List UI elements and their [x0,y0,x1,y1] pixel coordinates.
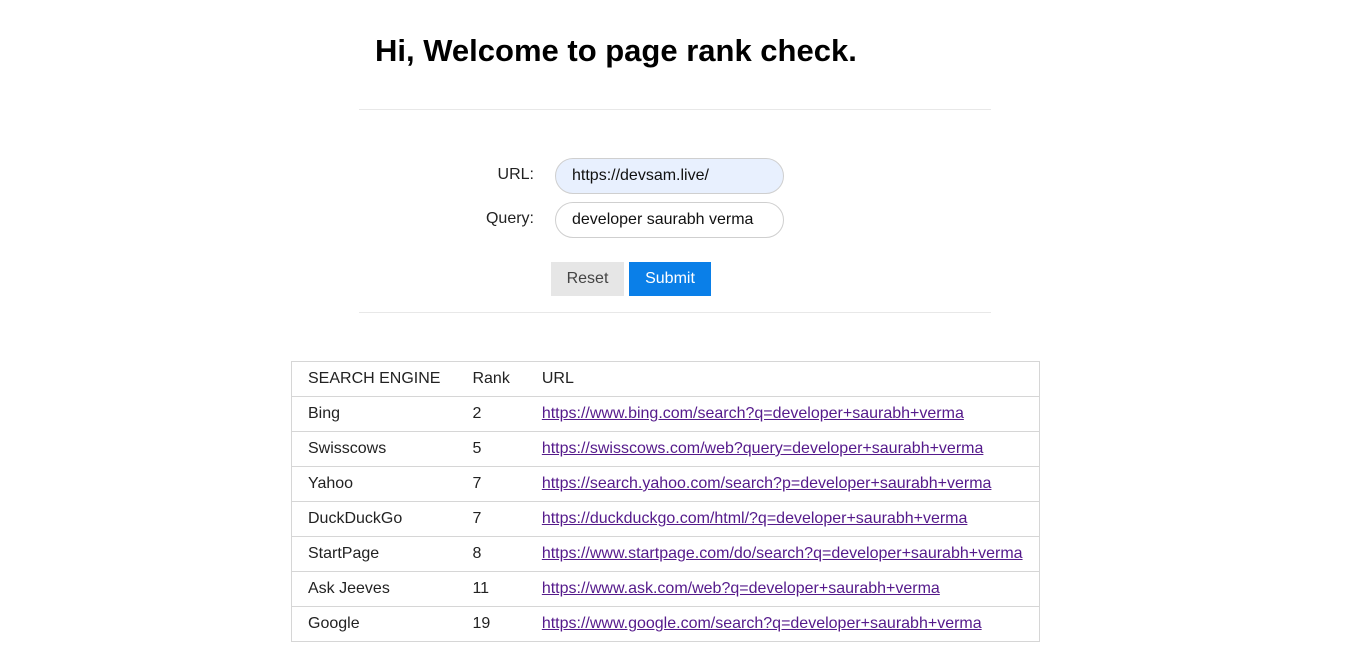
result-link[interactable]: https://www.ask.com/web?q=developer+saur… [542,580,940,597]
result-link[interactable]: https://www.google.com/search?q=develope… [542,615,982,632]
query-row: Query: [380,202,800,238]
url-input[interactable] [555,158,784,194]
table-row: Bing 2 https://www.bing.com/search?q=dev… [291,396,1040,432]
page-title: Hi, Welcome to page rank check. [375,33,857,68]
result-link[interactable]: https://www.bing.com/search?q=developer+… [542,405,964,422]
engine-cell: DuckDuckGo [291,501,457,537]
engine-cell: Yahoo [291,466,457,502]
table-row: Google 19 https://www.google.com/search?… [291,606,1040,642]
url-cell: https://www.ask.com/web?q=developer+saur… [525,571,1040,607]
url-cell: https://swisscows.com/web?query=develope… [525,431,1040,467]
result-link[interactable]: https://www.startpage.com/do/search?q=de… [542,545,1023,562]
url-cell: https://www.startpage.com/do/search?q=de… [525,536,1040,572]
rank-cell: 5 [456,431,526,467]
rank-cell: 8 [456,536,526,572]
engine-cell: Bing [291,396,457,432]
table-row: Swisscows 5 https://swisscows.com/web?qu… [291,431,1040,467]
rank-cell: 7 [456,501,526,537]
engine-cell: StartPage [291,536,457,572]
column-header-search-engine: SEARCH ENGINE [291,361,457,397]
table-header-row: SEARCH ENGINE Rank URL [291,361,1040,397]
query-label: Query: [485,210,534,227]
rank-cell: 7 [456,466,526,502]
engine-cell: Swisscows [291,431,457,467]
table-row: DuckDuckGo 7 https://duckduckgo.com/html… [291,501,1040,537]
divider-top [359,109,991,110]
divider-bottom [359,312,991,313]
rank-cell: 2 [456,396,526,432]
rank-cell: 19 [456,606,526,642]
query-input[interactable] [555,202,784,238]
engine-cell: Google [291,606,457,642]
reset-button[interactable]: Reset [551,262,624,296]
url-cell: https://duckduckgo.com/html/?q=developer… [525,501,1040,537]
result-link[interactable]: https://swisscows.com/web?query=develope… [542,440,984,457]
table-row: StartPage 8 https://www.startpage.com/do… [291,536,1040,572]
column-header-url: URL [525,361,1040,397]
page: Hi, Welcome to page rank check. URL: Que… [0,0,1349,648]
result-link[interactable]: https://search.yahoo.com/search?p=develo… [542,475,992,492]
url-cell: https://search.yahoo.com/search?p=develo… [525,466,1040,502]
table-row: Ask Jeeves 11 https://www.ask.com/web?q=… [291,571,1040,607]
engine-cell: Ask Jeeves [291,571,457,607]
url-label: URL: [497,166,534,183]
result-link[interactable]: https://duckduckgo.com/html/?q=developer… [542,510,968,527]
url-cell: https://www.bing.com/search?q=developer+… [525,396,1040,432]
table-row: Yahoo 7 https://search.yahoo.com/search?… [291,466,1040,502]
url-row: URL: [380,158,800,194]
rank-cell: 11 [456,571,526,607]
results-table: SEARCH ENGINE Rank URL Bing 2 https://ww… [291,361,1040,642]
url-cell: https://www.google.com/search?q=develope… [525,606,1040,642]
column-header-rank: Rank [456,361,526,397]
submit-button[interactable]: Submit [629,262,711,296]
